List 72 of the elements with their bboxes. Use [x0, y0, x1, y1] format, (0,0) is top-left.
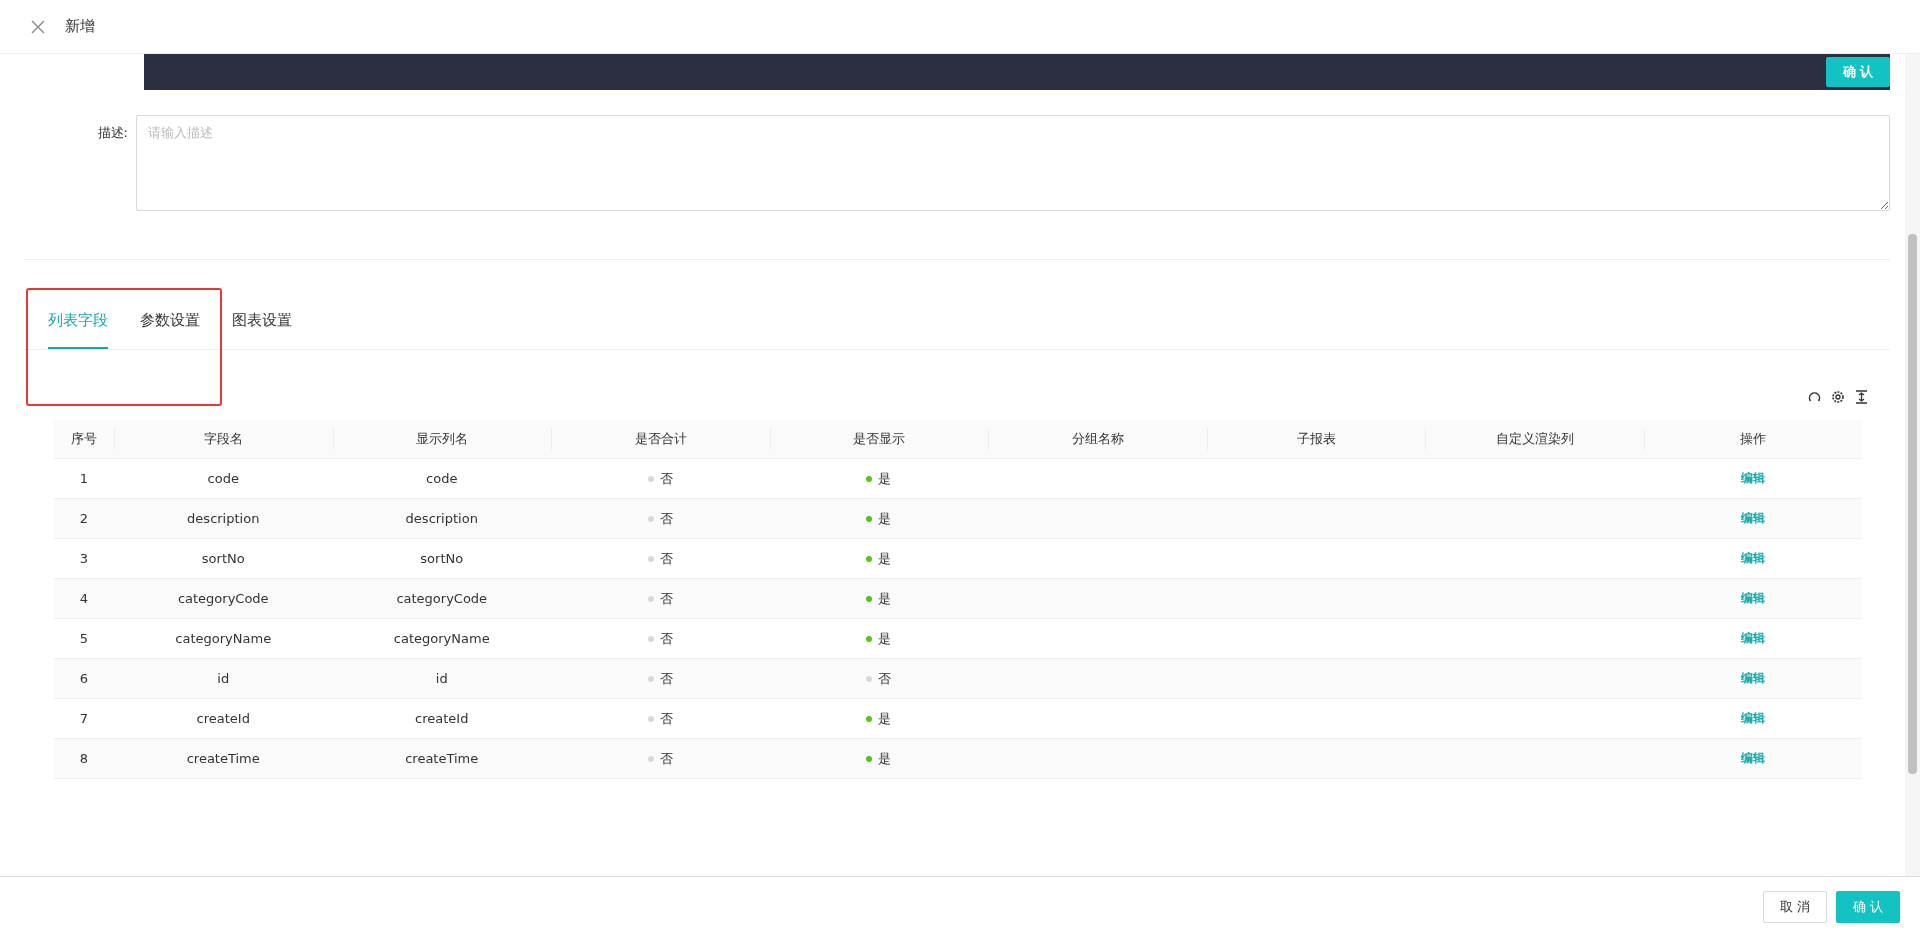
- table-cell: code: [426, 471, 458, 486]
- confirm-button[interactable]: 确 认: [1836, 891, 1900, 923]
- reload-icon[interactable]: [1808, 390, 1821, 403]
- status-text: 否: [659, 549, 673, 568]
- edit-link[interactable]: 编辑: [1740, 750, 1765, 767]
- status-text: 是: [878, 709, 892, 728]
- column-header: 子报表: [1206, 428, 1425, 450]
- column-header: 分组名称: [988, 428, 1207, 450]
- status-text: 否: [659, 509, 673, 528]
- confirm-button[interactable]: 确 认: [1826, 57, 1890, 87]
- table-cell: categoryCode: [396, 591, 488, 606]
- status-text: 是: [878, 549, 892, 568]
- tab[interactable]: 图表设置: [232, 294, 292, 349]
- tab[interactable]: 列表字段: [48, 294, 108, 349]
- status-text: 否: [659, 589, 673, 608]
- table-cell: description: [187, 511, 260, 526]
- table-cell: description: [405, 511, 478, 526]
- table-cell: categoryName: [393, 631, 490, 646]
- column-header: 显示列名: [332, 428, 551, 450]
- table-cell: sortNo: [201, 551, 245, 566]
- status-text: 否: [878, 669, 892, 688]
- edit-link[interactable]: 编辑: [1740, 470, 1765, 487]
- table-cell: 2: [79, 511, 89, 526]
- edit-link[interactable]: 编辑: [1740, 670, 1765, 687]
- status-text: 是: [878, 509, 892, 528]
- status-text: 是: [878, 749, 892, 768]
- code-editor[interactable]: 确 认: [144, 54, 1890, 90]
- cancel-button[interactable]: 取 消: [1763, 891, 1827, 923]
- column-header: 操作: [1643, 428, 1862, 450]
- status-text: 否: [659, 469, 673, 488]
- table-cell: createTime: [405, 751, 479, 766]
- settings-icon[interactable]: [1831, 390, 1845, 404]
- edit-link[interactable]: 编辑: [1740, 590, 1765, 607]
- status-text: 是: [878, 589, 892, 608]
- close-icon[interactable]: [31, 19, 45, 34]
- field-label: 描述:: [96, 124, 129, 142]
- edit-link[interactable]: 编辑: [1740, 630, 1765, 647]
- status-text: 否: [659, 629, 673, 648]
- tab[interactable]: 参数设置: [140, 294, 200, 349]
- status-text: 否: [659, 749, 673, 768]
- status-text: 是: [878, 469, 892, 488]
- column-header: 序号: [70, 430, 98, 448]
- edit-link[interactable]: 编辑: [1740, 710, 1765, 727]
- table-cell: createId: [196, 711, 250, 726]
- description-field[interactable]: 请输入描述: [136, 115, 1890, 211]
- table-cell: categoryCode: [177, 591, 269, 606]
- edit-link[interactable]: 编辑: [1740, 510, 1765, 527]
- table-cell: 3: [79, 551, 89, 566]
- table-cell: 7: [79, 711, 89, 726]
- column-header: 字段名: [114, 428, 333, 450]
- table-cell: 8: [79, 751, 89, 766]
- table-cell: 6: [79, 671, 89, 686]
- scrollbar[interactable]: [1905, 54, 1920, 876]
- status-text: 是: [878, 629, 892, 648]
- table-cell: 5: [79, 631, 89, 646]
- table-cell: code: [207, 471, 239, 486]
- table-cell: id: [435, 671, 448, 686]
- table-cell: categoryName: [175, 631, 272, 646]
- table-cell: 4: [79, 591, 89, 606]
- status-text: 否: [659, 669, 673, 688]
- column-header: 是否显示: [769, 428, 988, 450]
- column-header: 是否合计: [551, 428, 770, 450]
- column-header: 自定义渲染列: [1425, 428, 1644, 450]
- column-height-icon[interactable]: [1855, 390, 1868, 404]
- table-cell: createTime: [186, 751, 260, 766]
- edit-link[interactable]: 编辑: [1740, 550, 1765, 567]
- table-cell: id: [217, 671, 230, 686]
- table-cell: 1: [79, 471, 89, 486]
- status-text: 否: [659, 709, 673, 728]
- table-cell: createId: [415, 711, 469, 726]
- table-cell: sortNo: [420, 551, 464, 566]
- dialog-title: 新增: [65, 17, 95, 36]
